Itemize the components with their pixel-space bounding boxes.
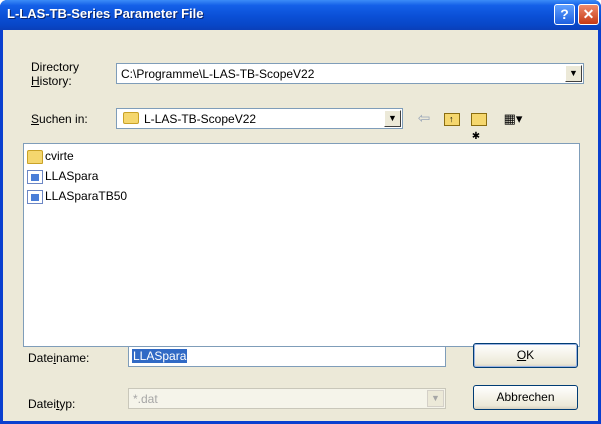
ok-button[interactable]: OK — [473, 343, 578, 368]
title-bar[interactable]: L-LAS-TB-Series Parameter File ? ✕ — [0, 0, 601, 30]
directory-history-value: C:\Programme\L-LAS-TB-ScopeV22 — [121, 67, 315, 81]
close-button[interactable]: ✕ — [578, 4, 599, 25]
window-title: L-LAS-TB-Series Parameter File — [7, 6, 204, 21]
list-item[interactable]: cvirte — [27, 149, 74, 167]
filename-value: LLASpara — [132, 349, 188, 363]
directory-history-label: Directory History: — [31, 60, 80, 88]
look-in-value: L-LAS-TB-ScopeV22 — [144, 112, 257, 126]
filename-input[interactable]: LLASpara — [128, 346, 446, 367]
list-item[interactable]: LLASpara — [27, 169, 98, 187]
filetype-label: Dateityp: — [28, 397, 76, 411]
look-in-label: Suchen in: — [31, 112, 88, 126]
directory-history-select[interactable]: C:\Programme\L-LAS-TB-ScopeV22 ▼ — [116, 63, 584, 84]
view-menu-icon[interactable]: ▦▾ — [498, 108, 528, 130]
cancel-button[interactable]: Abbrechen — [473, 385, 578, 410]
file-icon — [27, 189, 43, 204]
folder-icon — [123, 112, 139, 124]
help-button[interactable]: ? — [554, 4, 575, 25]
new-folder-icon[interactable]: ✱ — [468, 108, 490, 142]
up-folder-icon[interactable]: ↑ — [441, 108, 463, 130]
back-icon[interactable]: ⇦ — [413, 108, 435, 130]
filetype-select: *.dat ▼ — [128, 388, 446, 409]
file-icon — [27, 169, 43, 184]
file-list[interactable]: cvirte LLASpara LLASparaTB50 — [23, 143, 580, 347]
chevron-down-icon[interactable]: ▼ — [565, 65, 582, 82]
folder-icon — [27, 149, 43, 164]
chevron-down-icon[interactable]: ▼ — [384, 110, 401, 127]
look-in-select[interactable]: L-LAS-TB-ScopeV22 ▼ — [116, 108, 403, 129]
filetype-value: *.dat — [133, 392, 158, 406]
filename-label: Dateiname: — [28, 351, 90, 365]
dialog-window: L-LAS-TB-Series Parameter File ? ✕ Direc… — [0, 0, 601, 424]
list-item[interactable]: LLASparaTB50 — [27, 189, 127, 207]
chevron-down-icon: ▼ — [427, 390, 444, 407]
dialog-body: Directory History: C:\Programme\L-LAS-TB… — [3, 30, 598, 421]
